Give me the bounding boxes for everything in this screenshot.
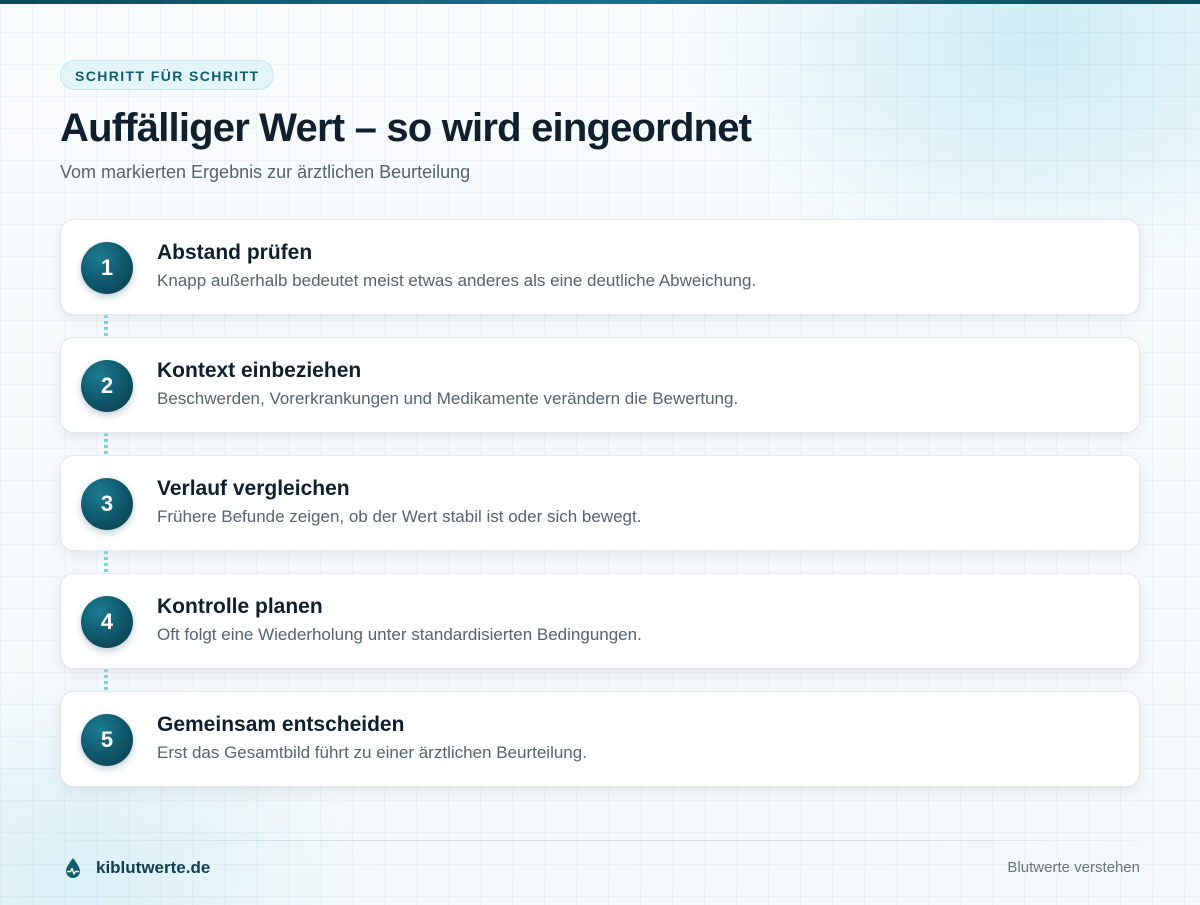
eyebrow-badge: SCHRITT FÜR SCHRITT [60, 60, 275, 90]
step-description: Erst das Gesamtbild führt zu einer ärztl… [157, 743, 587, 762]
step-connector [104, 669, 108, 691]
step-card-1: 1 Abstand prüfen Knapp außerhalb bedeute… [60, 219, 1140, 315]
step-connector [104, 315, 108, 337]
step-card-3: 3 Verlauf vergleichen Frühere Befunde ze… [60, 455, 1140, 551]
step-title: Kontext einbeziehen [157, 359, 362, 382]
step-card-2: 2 Kontext einbeziehen Beschwerden, Vorer… [60, 337, 1140, 433]
page-subtitle: Vom markierten Ergebnis zur ärztlichen B… [60, 162, 471, 182]
step-description: Frühere Befunde zeigen, ob der Wert stab… [157, 507, 642, 526]
step-connector [104, 551, 108, 573]
step-description: Beschwerden, Vorerkrankungen und Medikam… [157, 389, 739, 408]
step-card-4: 4 Kontrolle planen Oft folgt eine Wieder… [60, 573, 1140, 669]
step-card-5: 5 Gemeinsam entscheiden Erst das Gesamtb… [60, 691, 1140, 787]
page-title: Auffälliger Wert – so wird eingeordnet [60, 106, 752, 150]
step-title: Gemeinsam entscheiden [157, 713, 405, 736]
step-description: Oft folgt eine Wiederholung unter standa… [157, 625, 642, 644]
footer-brand[interactable]: kiblutwerte.de [64, 856, 210, 880]
step-title: Abstand prüfen [157, 241, 313, 264]
step-number-badge: 5 [81, 714, 133, 766]
step-title: Verlauf vergleichen [157, 477, 350, 500]
footer-tagline: Blutwerte verstehen [1007, 859, 1140, 876]
step-number-badge: 2 [81, 360, 133, 412]
step-title: Kontrolle planen [157, 595, 323, 618]
footer-divider [60, 840, 1140, 841]
step-number-badge: 4 [81, 596, 133, 648]
step-connector [104, 433, 108, 455]
step-number-badge: 3 [81, 478, 133, 530]
blood-drop-pulse-icon [66, 858, 80, 878]
top-accent-bar [0, 0, 1200, 4]
step-number-badge: 1 [81, 242, 133, 294]
brand-name: kiblutwerte.de [96, 858, 211, 877]
step-description: Knapp außerhalb bedeutet meist etwas and… [157, 271, 757, 290]
